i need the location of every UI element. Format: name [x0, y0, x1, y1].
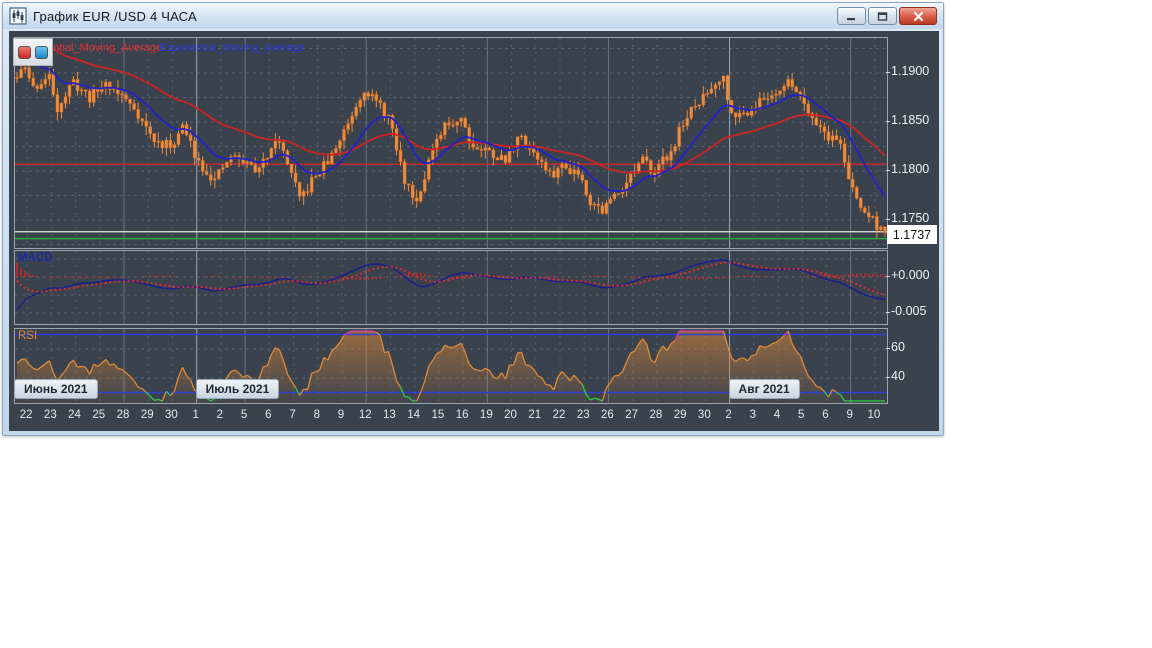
date-label: 22	[13, 409, 39, 421]
date-label: 6	[255, 409, 281, 421]
month-label: Авг 2021	[729, 379, 800, 399]
date-label: 3	[740, 409, 766, 421]
date-label: 2	[716, 409, 742, 421]
date-label: 5	[231, 409, 257, 421]
chart-area: Exponential_Moving_Average Exponential_M…	[9, 31, 939, 431]
price-tick-label: 1.1900	[891, 64, 937, 78]
date-label: 28	[643, 409, 669, 421]
price-tick-label: 1.1850	[891, 113, 937, 127]
date-label: 10	[861, 409, 887, 421]
date-label: 26	[594, 409, 620, 421]
price-tick-mark	[886, 170, 890, 171]
date-label: 20	[498, 409, 524, 421]
date-label: 5	[788, 409, 814, 421]
date-label: 28	[110, 409, 136, 421]
rsi-tick-mark	[886, 377, 890, 378]
rsi-tick-label: 60	[891, 340, 937, 354]
rsi-tick-mark	[886, 348, 890, 349]
date-label: 9	[328, 409, 354, 421]
month-label: Июль 2021	[196, 379, 280, 399]
current-price-tag: 1.1737	[887, 225, 937, 244]
date-label: 30	[691, 409, 717, 421]
date-label: 4	[764, 409, 790, 421]
rsi-label: RSI	[18, 330, 37, 342]
date-label: 21	[522, 409, 548, 421]
legend-ema-blue: Exponential_Moving_Average	[159, 42, 305, 54]
date-label: 8	[304, 409, 330, 421]
date-label: 19	[473, 409, 499, 421]
date-label: 29	[667, 409, 693, 421]
titlebar[interactable]: График EUR /USD 4 ЧАСА	[3, 3, 943, 29]
date-label: 16	[449, 409, 475, 421]
minimize-button[interactable]	[837, 7, 866, 25]
macd-label: MACD	[18, 252, 53, 264]
candlestick-app-icon	[9, 7, 27, 25]
price-tick-label: 1.1800	[891, 162, 937, 176]
date-label: 13	[376, 409, 402, 421]
close-button[interactable]	[899, 7, 937, 25]
date-label: 9	[837, 409, 863, 421]
price-tick-mark	[886, 121, 890, 122]
date-label: 29	[134, 409, 160, 421]
price-tick-label: 1.1750	[891, 211, 937, 225]
chart-window: График EUR /USD 4 ЧАСА Exponential_Movin…	[2, 2, 944, 436]
date-label: 14	[401, 409, 427, 421]
date-label: 12	[352, 409, 378, 421]
toolbar-red-button[interactable]	[18, 46, 31, 59]
date-label: 23	[570, 409, 596, 421]
window-title: График EUR /USD 4 ЧАСА	[33, 9, 197, 24]
macd-tick-label: -0.005	[891, 304, 937, 318]
maximize-button[interactable]	[868, 7, 897, 25]
date-label: 22	[546, 409, 572, 421]
date-label: 1	[183, 409, 209, 421]
price-tick-mark	[886, 219, 890, 220]
date-label: 2	[207, 409, 233, 421]
macd-tick-mark	[886, 276, 890, 277]
date-label: 7	[280, 409, 306, 421]
rsi-tick-label: 40	[891, 369, 937, 383]
date-label: 25	[86, 409, 112, 421]
macd-tick-mark	[886, 312, 890, 313]
macd-panel[interactable]: MACD	[14, 250, 888, 325]
date-label: 6	[812, 409, 838, 421]
date-label: 15	[425, 409, 451, 421]
date-label: 30	[158, 409, 184, 421]
month-label: Июнь 2021	[14, 379, 98, 399]
price-panel[interactable]	[14, 37, 888, 249]
date-label: 23	[37, 409, 63, 421]
date-label: 27	[619, 409, 645, 421]
macd-tick-label: +0.000	[891, 268, 937, 282]
chart-toolbar	[13, 38, 53, 66]
date-label: 24	[62, 409, 88, 421]
price-tick-mark	[886, 72, 890, 73]
toolbar-blue-button[interactable]	[35, 46, 48, 59]
